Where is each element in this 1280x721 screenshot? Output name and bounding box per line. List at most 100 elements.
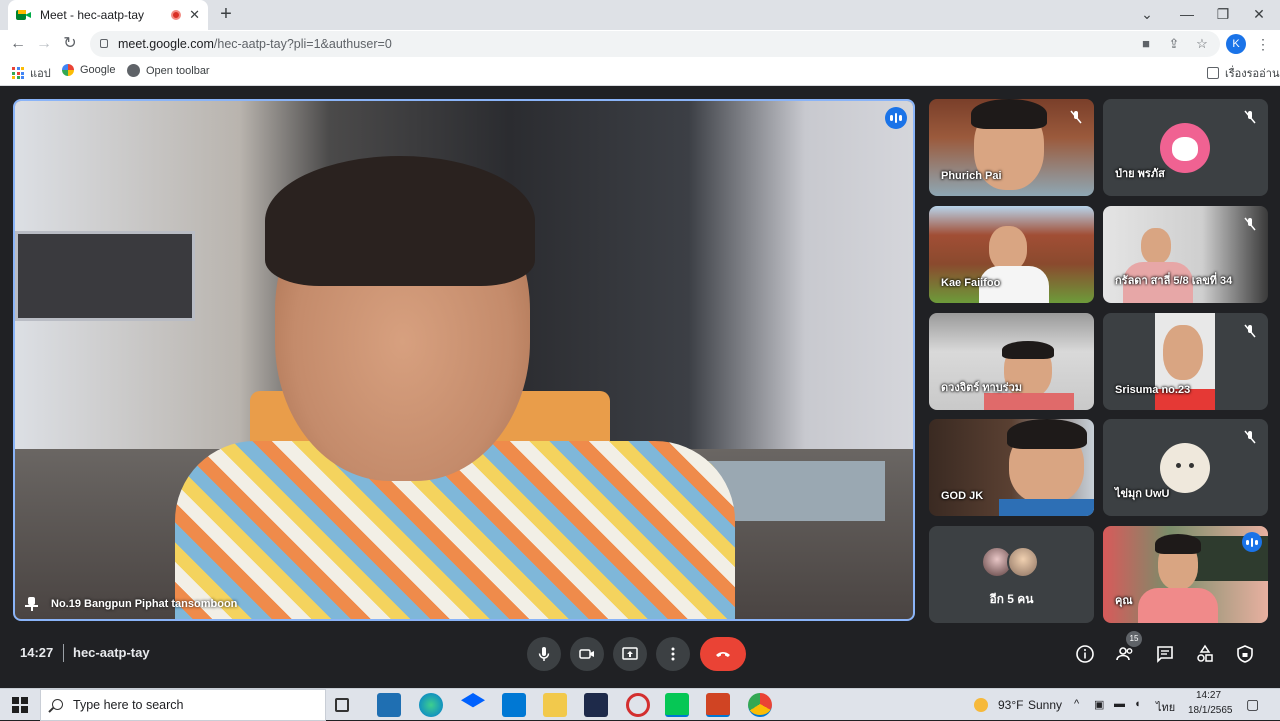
red-circle-app-icon[interactable] xyxy=(626,693,650,717)
tray-overflow-icon[interactable]: ^ xyxy=(1074,698,1079,710)
video-person-hair xyxy=(265,156,535,286)
meeting-code: hec-aatp-tay xyxy=(73,645,150,660)
camera-button[interactable] xyxy=(570,637,604,671)
task-view-icon[interactable] xyxy=(335,698,349,712)
meet-area: No.19 Bangpun Piphat tansomboon Phurich … xyxy=(0,86,1280,688)
leave-call-button[interactable] xyxy=(700,637,746,671)
meet-control-bar: 14:27 hec-aatp-tay 15 xyxy=(0,620,1280,688)
globe-icon xyxy=(127,64,140,77)
browser-tab[interactable]: Meet - hec-aatp-tay ✕ xyxy=(8,0,208,30)
bookmark-apps[interactable]: แอป xyxy=(12,64,51,82)
participant-name: Kae Faiifoo xyxy=(941,277,1001,289)
bookmark-open-toolbar[interactable]: Open toolbar xyxy=(127,64,210,77)
recording-indicator-icon xyxy=(171,10,182,20)
shield-lock-icon xyxy=(1237,645,1253,663)
weather-condition[interactable]: Sunny xyxy=(1028,698,1062,712)
participant-tile[interactable]: กรัลดา สาลี่ 5/8 เลขที่ 34 xyxy=(1103,206,1268,303)
participant-name: ไข่มุก UwU xyxy=(1115,488,1170,500)
new-tab-button[interactable]: + xyxy=(214,2,238,26)
reading-list[interactable]: เรื่องรออ่าน xyxy=(1207,64,1279,82)
weather-temperature[interactable]: 93°F xyxy=(998,698,1023,712)
network-icon[interactable]: ▣ xyxy=(1094,698,1104,711)
participant-name: กรัลดา สาลี่ 5/8 เลขที่ 34 xyxy=(1115,275,1233,287)
url-path: /hec-aatp-tay?pli=1&authuser=0 xyxy=(213,37,392,51)
dropbox-icon[interactable] xyxy=(461,693,485,708)
forward-button[interactable]: → xyxy=(34,34,54,54)
browser-toolbar: ← → ↻ meet.google.com/hec-aatp-tay?pli=1… xyxy=(0,30,1280,58)
participant-tile[interactable]: Kae Faiifoo xyxy=(929,206,1094,303)
main-speaker-label: No.19 Bangpun Piphat tansomboon xyxy=(25,597,237,611)
battery-icon[interactable]: ▬ xyxy=(1114,698,1125,710)
search-placeholder: Type here to search xyxy=(73,698,184,712)
info-icon xyxy=(1076,645,1094,663)
volume-icon[interactable]: ◖ xyxy=(1134,698,1141,710)
mic-off-icon xyxy=(1242,109,1258,125)
tab-search-icon[interactable]: ⌄ xyxy=(1132,2,1162,26)
chrome-icon[interactable] xyxy=(748,693,772,717)
self-tile[interactable]: คุณ xyxy=(1103,526,1268,623)
participant-name: Srisuma no.23 xyxy=(1115,384,1191,396)
store-icon[interactable] xyxy=(377,693,401,717)
terminal-app-icon[interactable] xyxy=(584,693,608,717)
chat-icon xyxy=(1157,646,1173,663)
profile-avatar[interactable]: K xyxy=(1226,34,1246,54)
pink-cow-avatar xyxy=(1160,123,1210,173)
bookmark-google-label: Google xyxy=(80,64,116,76)
more-options-button[interactable] xyxy=(656,637,690,671)
sun-weather-icon xyxy=(974,698,988,712)
pin-icon[interactable] xyxy=(25,597,38,611)
participant-tile[interactable]: GOD JK xyxy=(929,419,1094,516)
participant-tile[interactable]: Phurich Pai xyxy=(929,99,1094,196)
share-icon[interactable]: ⇪ xyxy=(1164,31,1184,57)
bookmark-google[interactable]: Google xyxy=(62,64,115,76)
bookmark-star-icon[interactable]: ☆ xyxy=(1192,31,1212,57)
participant-tile[interactable]: ดวงจิตร์ ทาบร่วม xyxy=(929,313,1094,410)
address-bar[interactable]: meet.google.com/hec-aatp-tay?pli=1&authu… xyxy=(90,31,1220,57)
powerpoint-icon[interactable] xyxy=(706,693,730,717)
video-machine xyxy=(15,231,195,321)
reading-list-label: เรื่องรออ่าน xyxy=(1225,68,1280,80)
apps-grid-icon xyxy=(12,67,24,79)
participant-tile[interactable]: Srisuma no.23 xyxy=(1103,313,1268,410)
participant-name: GOD JK xyxy=(941,490,984,502)
reading-list-icon xyxy=(1207,67,1219,79)
participant-name: ป่าย พรภัส xyxy=(1115,168,1165,180)
input-language[interactable]: ไทย xyxy=(1156,698,1175,716)
chat-button[interactable] xyxy=(1153,642,1177,666)
minimize-button[interactable]: — xyxy=(1172,2,1202,26)
reload-button[interactable]: ↻ xyxy=(60,34,80,54)
participant-tile[interactable]: ป่าย พรภัส xyxy=(1103,99,1268,196)
line-app-icon[interactable] xyxy=(665,693,689,717)
taskbar-search-input[interactable]: Type here to search xyxy=(40,689,326,721)
back-button[interactable]: ← xyxy=(8,34,28,54)
notifications-icon[interactable]: ▢ xyxy=(1246,696,1259,713)
windows-start-icon[interactable] xyxy=(12,697,28,713)
speaking-indicator-icon xyxy=(885,107,907,129)
maximize-button[interactable]: ❐ xyxy=(1208,2,1238,26)
file-explorer-icon[interactable] xyxy=(543,693,567,717)
separator xyxy=(63,644,64,662)
present-button[interactable] xyxy=(613,637,647,671)
meeting-details-button[interactable] xyxy=(1073,642,1097,666)
main-video-tile[interactable]: No.19 Bangpun Piphat tansomboon xyxy=(13,99,915,621)
camera-in-use-icon[interactable]: ■ xyxy=(1136,31,1156,57)
browser-menu-icon[interactable]: ⋮ xyxy=(1256,34,1270,54)
taskbar-clock-date[interactable]: 18/1/2565 xyxy=(1188,705,1233,716)
mail-icon[interactable] xyxy=(502,693,526,717)
window-close-button[interactable]: ✕ xyxy=(1244,2,1274,26)
tab-close-button[interactable]: ✕ xyxy=(189,7,200,23)
speaking-indicator-icon xyxy=(1242,532,1262,552)
participant-count-badge: 15 xyxy=(1126,631,1142,647)
activities-button[interactable] xyxy=(1193,642,1217,666)
more-vert-icon xyxy=(671,647,675,661)
microphone-button[interactable] xyxy=(527,637,561,671)
people-icon xyxy=(1116,647,1133,661)
taskbar-clock-time[interactable]: 14:27 xyxy=(1196,690,1221,701)
hang-up-icon xyxy=(716,652,730,657)
host-controls-button[interactable] xyxy=(1233,642,1257,666)
mic-off-icon xyxy=(1068,109,1084,125)
participant-tile[interactable]: ไข่มุก UwU xyxy=(1103,419,1268,516)
more-participants-tile[interactable]: อีก 5 คน xyxy=(929,526,1094,623)
edge-browser-icon[interactable] xyxy=(419,693,443,717)
participant-name: Phurich Pai xyxy=(941,170,1002,182)
